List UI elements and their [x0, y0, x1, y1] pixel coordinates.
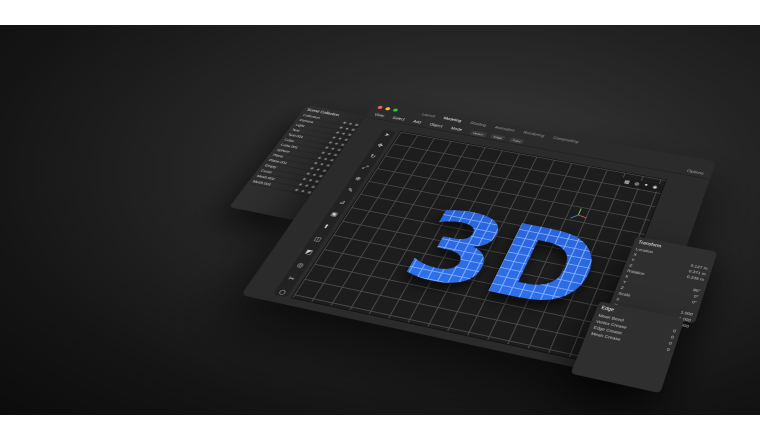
- tab-rendering[interactable]: Rendering: [522, 131, 545, 138]
- move-icon[interactable]: ✥: [375, 143, 384, 149]
- row-label: Y: [622, 279, 627, 285]
- bevel-icon[interactable]: ◩: [303, 249, 314, 256]
- annotate-icon[interactable]: ✎: [345, 188, 355, 195]
- menu-select[interactable]: Select: [391, 116, 405, 122]
- rotate-icon[interactable]: ↻: [368, 154, 376, 160]
- row-label: Y: [630, 257, 636, 263]
- menu-view[interactable]: View: [373, 113, 385, 118]
- scale-icon[interactable]: ⤢: [361, 165, 369, 171]
- select-mode-vertex[interactable]: Vertex: [469, 129, 488, 138]
- row-value[interactable]: 0: [672, 329, 676, 334]
- row-label: X: [615, 296, 621, 302]
- select-mode-face[interactable]: Face: [509, 137, 525, 144]
- tab-layout[interactable]: Layout: [421, 113, 436, 119]
- hero-stage: Scene Collection Collection ◉ ◆ ▣ Camera ◉ …: [0, 25, 760, 415]
- maximize-dot[interactable]: [392, 107, 399, 112]
- tab-modeling[interactable]: Modeling: [442, 117, 462, 124]
- options-menu[interactable]: Options: [686, 169, 704, 176]
- measure-icon[interactable]: ⊿: [337, 200, 347, 207]
- close-dot[interactable]: [377, 105, 384, 109]
- row-value[interactable]: 0: [666, 347, 670, 352]
- poly-build-icon[interactable]: ⬡: [276, 289, 287, 297]
- sphere-icon[interactable]: ●: [643, 183, 648, 188]
- menu-add[interactable]: Add: [412, 120, 422, 125]
- tab-animation[interactable]: Animation: [494, 126, 516, 133]
- tab-shading[interactable]: Shading: [469, 121, 487, 128]
- row-label: Z: [628, 263, 634, 268]
- menu-mode[interactable]: Mode: [450, 127, 463, 133]
- row-label: Z: [620, 285, 625, 291]
- select-mode-edge[interactable]: Edge: [490, 133, 507, 141]
- row-label: X: [624, 274, 630, 279]
- row-value[interactable]: 0°: [691, 300, 697, 305]
- grid-icon[interactable]: ▦: [623, 179, 630, 185]
- row-label: X: [632, 252, 638, 257]
- cursor-icon[interactable]: ➤: [382, 132, 391, 138]
- add-cube-icon[interactable]: ▣: [329, 211, 339, 218]
- minimize-dot[interactable]: [384, 106, 392, 111]
- row-value[interactable]: 0°: [693, 294, 699, 299]
- extrude-icon[interactable]: ⬆: [321, 224, 330, 231]
- transform-icon[interactable]: ⊕: [353, 176, 361, 182]
- globe-icon[interactable]: ◍: [633, 181, 640, 187]
- outliner-item-label: Text: [291, 127, 301, 133]
- menu-object[interactable]: Object: [428, 123, 443, 129]
- camera-icon[interactable]: ◉: [651, 184, 658, 190]
- row-value[interactable]: 0: [670, 335, 674, 340]
- row-value[interactable]: 0: [668, 341, 672, 346]
- loop-cut-icon[interactable]: ◎: [295, 262, 305, 270]
- inset-icon[interactable]: ◫: [312, 236, 323, 243]
- knife-icon[interactable]: ✂: [286, 276, 295, 284]
- 3d-app-mockup: Scene Collection Collection ◉ ◆ ▣ Camera ◉ …: [229, 101, 735, 396]
